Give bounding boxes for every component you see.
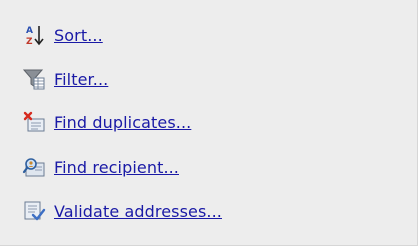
- validate-addresses-action[interactable]: Validate addresses...: [22, 196, 222, 226]
- filter-action[interactable]: Filter...: [22, 64, 108, 94]
- find-recipient-action[interactable]: Find recipient...: [22, 152, 179, 182]
- find-recipient-icon: [22, 155, 46, 179]
- sort-link[interactable]: Sort...: [54, 26, 103, 45]
- sort-icon-letter-z: Z: [26, 37, 33, 47]
- validate-addresses-icon: [22, 199, 46, 223]
- filter-link[interactable]: Filter...: [54, 70, 108, 89]
- find-recipient-link[interactable]: Find recipient...: [54, 158, 179, 177]
- filter-funnel-icon: [22, 67, 46, 91]
- sort-icon-letter-a: A: [26, 26, 33, 36]
- recipient-list-actions-panel: A Z Sort... Filter... Find duplicates...…: [0, 0, 418, 246]
- find-duplicates-icon: [22, 110, 46, 134]
- sort-az-icon: A Z: [22, 23, 46, 47]
- validate-addresses-link[interactable]: Validate addresses...: [54, 202, 222, 221]
- find-duplicates-action[interactable]: Find duplicates...: [22, 107, 191, 137]
- find-duplicates-link[interactable]: Find duplicates...: [54, 113, 191, 132]
- sort-action[interactable]: A Z Sort...: [22, 20, 103, 50]
